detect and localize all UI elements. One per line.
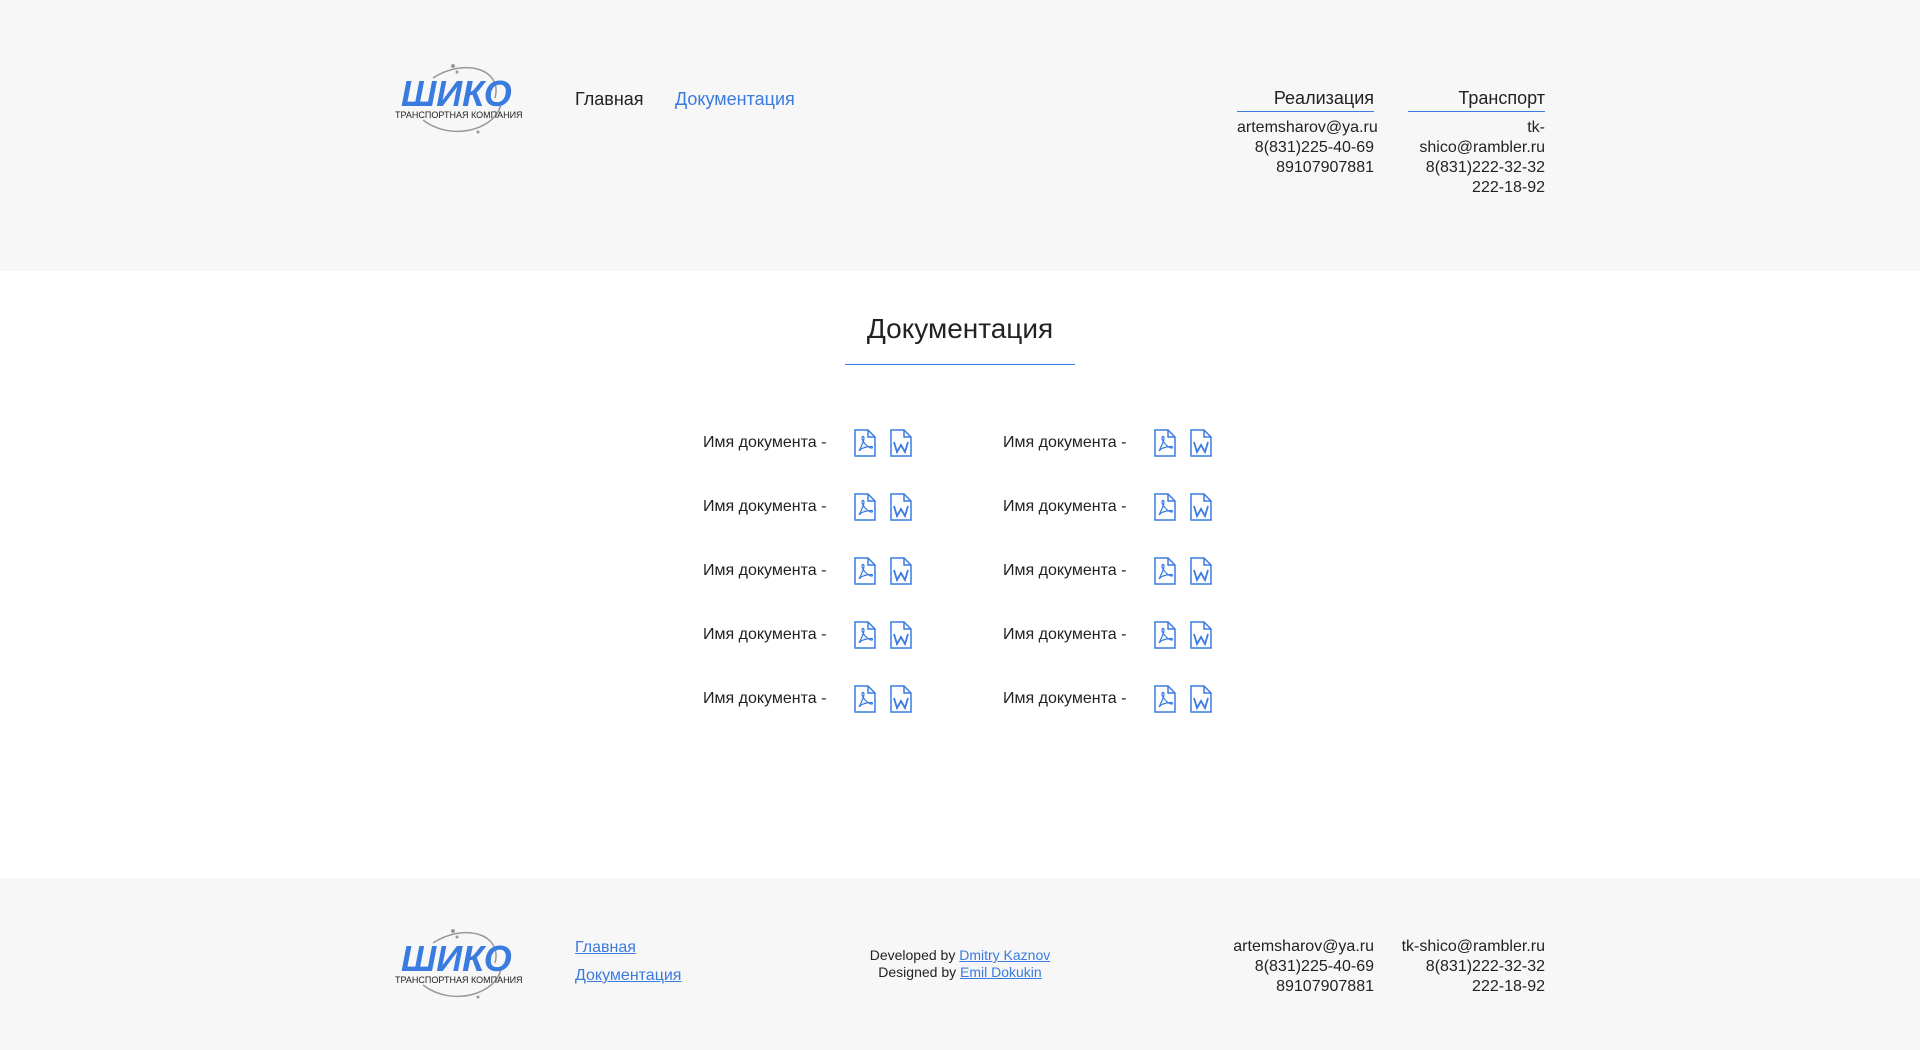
contacts-transport-title: Транспорт [1408,88,1545,112]
pdf-file-icon[interactable] [1153,685,1179,713]
header: ШИКО ТРАНСПОРТНАЯ КОМПАНИЯ Главная Докум… [0,0,1920,271]
pdf-file-icon[interactable] [1153,429,1179,457]
document-row: Имя документа - [703,492,925,522]
contacts-sales-phone2[interactable]: 89107907881 [1237,158,1374,178]
logo-tagline: ТРАНСПОРТНАЯ КОМПАНИЯ [395,110,523,120]
pdf-file-icon[interactable] [853,429,879,457]
document-row: Имя документа - [1003,428,1225,458]
pdf-file-icon[interactable] [1153,493,1179,521]
developer-link[interactable]: Dmitry Kaznov [959,947,1050,963]
word-file-icon[interactable] [1189,621,1215,649]
word-file-icon[interactable] [1189,493,1215,521]
word-file-icon[interactable] [1189,685,1215,713]
pdf-file-icon[interactable] [853,557,879,585]
pdf-file-icon[interactable] [853,621,879,649]
footer-credits: Developed by Dmitry Kaznov Designed by E… [0,947,1920,981]
word-file-icon[interactable] [889,621,915,649]
document-row: Имя документа - [703,620,925,650]
document-row: Имя документа - [703,428,925,458]
nav-docs-link[interactable]: Документация [675,89,795,110]
word-file-icon[interactable] [1189,429,1215,457]
contacts-sales-title: Реализация [1237,88,1374,112]
document-name: Имя документа - [703,498,827,515]
document-row: Имя документа - [1003,620,1225,650]
designer-link[interactable]: Emil Dokukin [960,964,1042,980]
contacts-transport: Транспорт tk-shico@rambler.ru 8(831)222-… [1402,88,1545,198]
document-row: Имя документа - [703,556,925,586]
title-underline [845,364,1075,365]
word-file-icon[interactable] [889,429,915,457]
contacts-transport-phone1[interactable]: 8(831)222-32-32 [1402,158,1545,178]
word-file-icon[interactable] [1189,557,1215,585]
pdf-file-icon[interactable] [1153,621,1179,649]
word-file-icon[interactable] [889,685,915,713]
document-name: Имя документа - [1003,690,1127,707]
word-file-icon[interactable] [889,557,915,585]
document-row: Имя документа - [1003,684,1225,714]
contacts-sales-email[interactable]: artemsharov@ya.ru [1237,118,1378,138]
document-name: Имя документа - [703,690,827,707]
document-row: Имя документа - [1003,492,1225,522]
developed-by-label: Developed by [869,947,956,963]
contacts-sales-phone1[interactable]: 8(831)225-40-69 [1237,138,1374,158]
pdf-file-icon[interactable] [1153,557,1179,585]
document-name: Имя документа - [703,562,827,579]
document-name: Имя документа - [1003,498,1127,515]
contacts-transport-phone2[interactable]: 222-18-92 [1402,178,1545,198]
contacts-transport-email[interactable]: tk-shico@rambler.ru [1402,118,1545,158]
logo-brand-name: ШИКО [401,73,512,114]
pdf-file-icon[interactable] [853,685,879,713]
page-title: Документация [866,313,1054,344]
designed-by-label: Designed by [878,964,957,980]
document-name: Имя документа - [1003,626,1127,643]
document-name: Имя документа - [703,434,827,451]
pdf-file-icon[interactable] [853,493,879,521]
document-name: Имя документа - [703,626,827,643]
contacts-sales: Реализация artemsharov@ya.ru 8(831)225-4… [1237,88,1378,178]
document-name: Имя документа - [1003,562,1127,579]
document-row: Имя документа - [1003,556,1225,586]
word-file-icon[interactable] [889,493,915,521]
document-row: Имя документа - [703,684,925,714]
logo[interactable]: ШИКО ТРАНСПОРТНАЯ КОМПАНИЯ [393,58,523,138]
document-name: Имя документа - [1003,434,1127,451]
nav-home-link[interactable]: Главная [575,89,644,110]
